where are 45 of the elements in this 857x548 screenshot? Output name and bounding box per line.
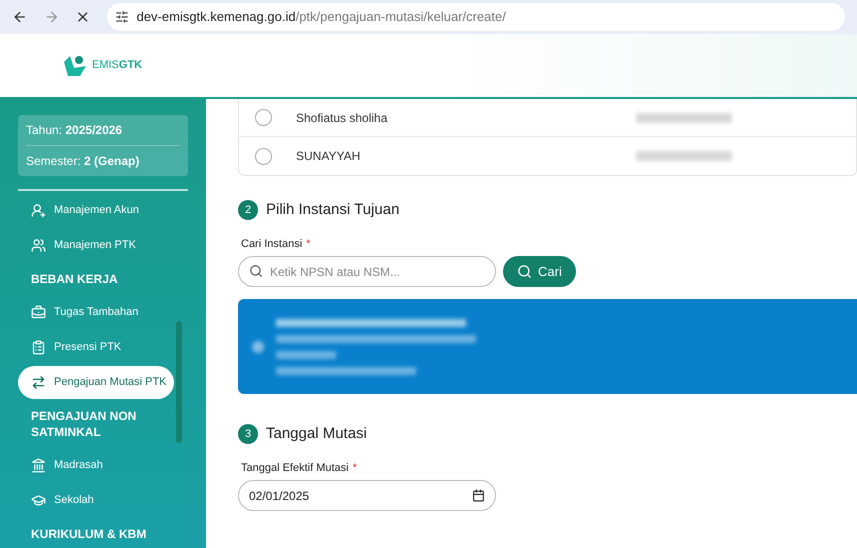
briefcase-icon bbox=[31, 305, 46, 320]
ptk-name: SUNAYYAH bbox=[296, 148, 362, 165]
menu-item[interactable]: Manajemen PTK bbox=[18, 229, 174, 262]
back-icon[interactable] bbox=[12, 9, 28, 25]
required-mark: * bbox=[352, 460, 357, 476]
menu-item[interactable]: Tugas Tambahan bbox=[18, 296, 174, 329]
field-label: Tanggal Efektif Mutasi bbox=[241, 460, 349, 476]
search-icon bbox=[249, 264, 263, 278]
date-field[interactable]: 02/01/2025 bbox=[238, 480, 496, 511]
step-number: 3 bbox=[238, 424, 258, 444]
section-title: Tanggal Mutasi bbox=[266, 424, 367, 444]
period-text: Semester: 2 (Genap) bbox=[26, 154, 140, 168]
section-title: Pilih Instansi Tujuan bbox=[266, 200, 400, 220]
search-icon bbox=[517, 264, 532, 279]
menu-item[interactable]: Pengajuan Mutasi PTK bbox=[18, 366, 174, 399]
menu-item[interactable]: Presensi PTK bbox=[18, 331, 174, 364]
user-icon bbox=[31, 203, 46, 218]
search-field[interactable]: Ketik NPSN atau NSM... bbox=[238, 256, 496, 287]
search-button[interactable]: Cari bbox=[503, 256, 576, 287]
radio-button[interactable] bbox=[255, 109, 272, 126]
ptk-name: Shofiatus sholiha bbox=[296, 110, 388, 126]
scrollbar-thumb[interactable] bbox=[176, 321, 182, 443]
field-label: Cari Instansi bbox=[241, 236, 302, 252]
menu-section-heading: BEBAN KERJA bbox=[30, 271, 119, 288]
menu-section-heading: PENGAJUAN NON SATMINKAL bbox=[30, 408, 138, 441]
logo-icon bbox=[62, 54, 88, 78]
graduation-cap-icon bbox=[31, 493, 46, 508]
url-text: dev-emisgtk.kemenag.go.id/ptk/pengajuan-mutasi/keluar/create/ bbox=[136, 8, 506, 26]
period-text: Tahun: 2025/2026 bbox=[26, 123, 122, 137]
address-bar[interactable]: dev-emisgtk.kemenag.go.id/ptk/pengajuan-mutasi/keluar/create/ bbox=[106, 3, 845, 31]
users-icon bbox=[31, 238, 46, 253]
menu-item[interactable]: Manajemen Akun bbox=[18, 194, 174, 227]
radio-button[interactable] bbox=[255, 148, 272, 164]
calendar-icon[interactable] bbox=[472, 489, 485, 502]
clipboard-icon bbox=[31, 340, 46, 355]
required-mark: * bbox=[306, 236, 310, 252]
building-icon bbox=[31, 458, 46, 473]
logo-text: EMISGTK bbox=[92, 58, 142, 74]
menu-item[interactable]: Madrasah bbox=[18, 449, 174, 482]
swap-arrows-icon bbox=[31, 375, 46, 390]
menu-item[interactable]: Sekolah bbox=[18, 484, 174, 517]
blurred-icon bbox=[252, 340, 264, 352]
menu-section-heading: KURIKULUM & KBM bbox=[30, 526, 148, 543]
site-settings-icon[interactable] bbox=[114, 10, 129, 24]
step-number: 2 bbox=[238, 200, 258, 220]
